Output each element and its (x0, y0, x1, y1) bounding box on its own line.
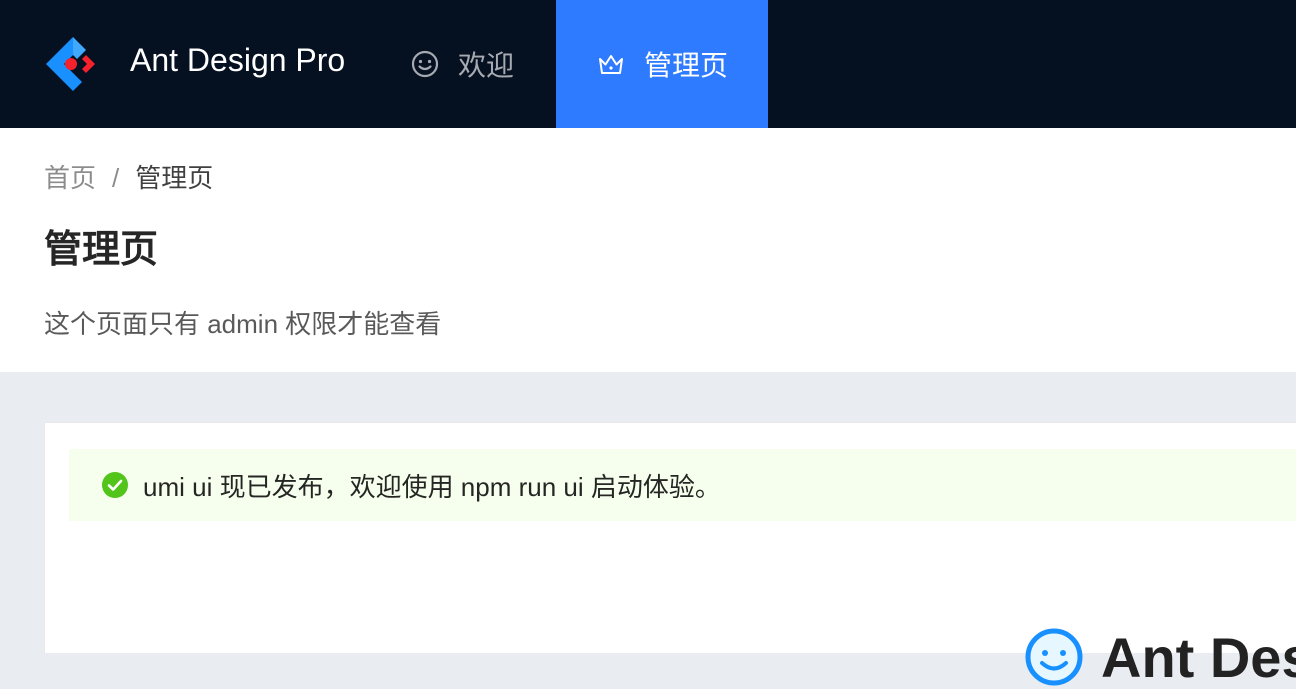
page-title: 管理页 (44, 229, 159, 271)
page-description: 这个页面只有 admin 权限才能查看 (44, 309, 442, 339)
breadcrumb-home[interactable]: 首页 (44, 163, 96, 193)
breadcrumb: 首页 / 管理页 (44, 158, 213, 195)
breadcrumb-current: 管理页 (135, 163, 214, 193)
ant-design-logo-icon[interactable] (40, 33, 106, 99)
nav-item-admin[interactable]: 管理页 (556, 0, 768, 128)
app-title[interactable]: Ant Design Pro (130, 42, 345, 79)
nav-item-welcome[interactable]: 欢迎 (410, 0, 514, 128)
nav-item-label: 欢迎 (458, 50, 515, 81)
footer-brand-text: Ant Des (1101, 626, 1296, 689)
alert-message: umi ui 现已发布，欢迎使用 npm run ui 启动体验。 (143, 471, 721, 502)
top-header: Ant Design Pro 欢迎 管理页 (0, 0, 1296, 128)
page-header: 首页 / 管理页 管理页 这个页面只有 admin 权限才能查看 (0, 128, 1296, 372)
breadcrumb-separator: / (112, 163, 120, 193)
success-alert: umi ui 现已发布，欢迎使用 npm run ui 启动体验。 (69, 449, 1296, 521)
content-card: umi ui 现已发布，欢迎使用 npm run ui 启动体验。 Ant De… (44, 422, 1296, 686)
crown-icon (598, 55, 623, 74)
smile-face-icon (1025, 628, 1083, 686)
footer-brand: Ant Des (1025, 628, 1296, 688)
check-circle-icon (102, 472, 128, 498)
nav-item-label: 管理页 (643, 50, 728, 81)
smile-icon (411, 50, 439, 78)
